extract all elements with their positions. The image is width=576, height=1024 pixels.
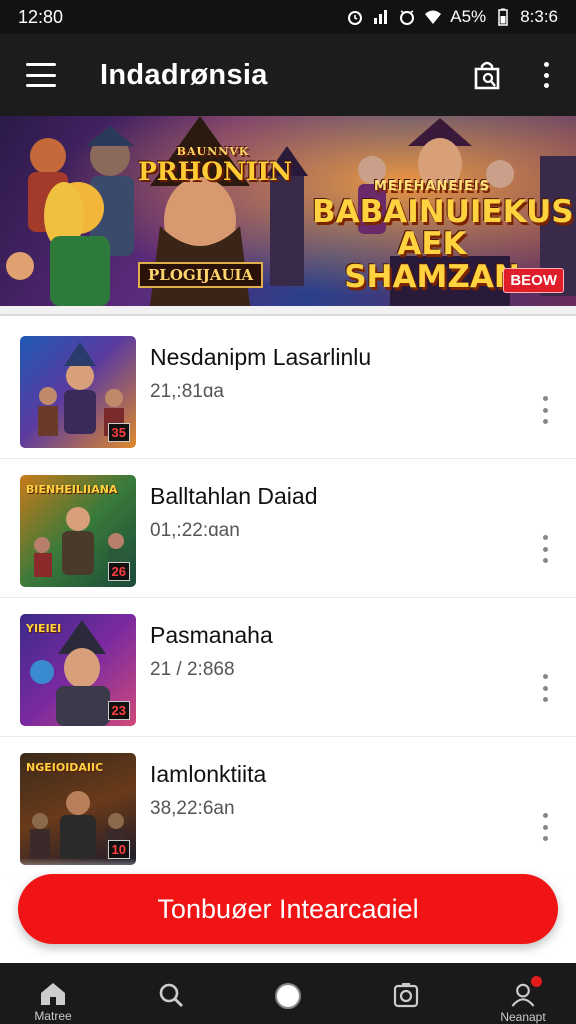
game-subtitle: 21,:81ɑa <box>150 381 224 402</box>
list-item[interactable]: NGEIOIDAIIC 10 Iamlonktiita 38,22:6an <box>0 737 576 876</box>
thumbnail-label: BIENHEILIIANA <box>26 483 118 496</box>
nav-center[interactable] <box>257 963 319 1024</box>
cta-button[interactable]: Tonbuøer Intearcaɑiel <box>18 874 558 944</box>
circle-icon <box>275 983 301 1009</box>
item-more-icon[interactable] <box>542 674 548 702</box>
game-subtitle: 01,:22:ɑan <box>150 520 240 541</box>
promo-banner[interactable]: BAUNNVK PRHONIIN PLOGIJAUIA MEIEHANEIEIS… <box>0 116 576 306</box>
status-clock-right: 8:3:6 <box>520 7 558 26</box>
banner-badge[interactable]: BEOW <box>503 268 564 293</box>
nav-profile-label: Neanapt <box>500 1010 546 1024</box>
search-icon <box>159 983 183 1007</box>
notification-dot <box>531 976 542 987</box>
status-time: 12:80 <box>18 6 64 27</box>
bottom-nav: Matree Neanapt <box>0 963 576 1024</box>
thumbnail-badge: 23 <box>107 701 130 720</box>
app-bar: Indadrønsia <box>0 34 576 116</box>
game-title: Nesdanipm Lasarlinlu <box>150 344 372 370</box>
game-subtitle: 38,22:6an <box>150 798 235 819</box>
game-title: Balltahlan Daiad <box>150 483 318 509</box>
battery-percent: A5% <box>450 7 487 26</box>
game-subtitle: 21 / 2:868 <box>150 659 235 680</box>
item-more-icon[interactable] <box>542 813 548 841</box>
item-more-icon[interactable] <box>542 535 548 563</box>
thumbnail-label: YIEIEI <box>26 622 62 635</box>
shopping-bag-icon[interactable] <box>472 59 502 91</box>
thumbnail-badge: 10 <box>107 840 130 859</box>
banner-title-left-main: PRHONIIN <box>138 157 293 187</box>
menu-icon[interactable] <box>26 63 56 87</box>
banner-title-right-small: MEIEHANEIEIS <box>373 179 491 194</box>
status-bar: 12:80 A5% 8:3:6 <box>0 0 576 34</box>
home-icon <box>41 983 65 1005</box>
item-more-icon[interactable] <box>542 396 548 424</box>
list-item[interactable]: BIENHEILIIANA 26 Balltahlan Daiad 01,:22… <box>0 459 576 598</box>
nav-home[interactable]: Matree <box>22 963 84 1024</box>
thumbnail-badge: 26 <box>107 562 130 581</box>
wifi-icon <box>425 10 442 24</box>
banner-tag: PLOGIJAUIA <box>138 262 264 288</box>
nav-home-label: Matree <box>34 1009 72 1023</box>
list-item[interactable]: 35 Nesdanipm Lasarlinlu 21,:81ɑa <box>0 320 576 459</box>
banner-title-left: BAUNNVK PRHONIIN <box>138 145 292 186</box>
nav-profile[interactable]: Neanapt <box>492 963 554 1024</box>
banner-divider <box>0 306 576 316</box>
app-screen: 12:80 A5% 8:3:6 Indadrønsia BAUNNVK PRHO… <box>0 0 576 1024</box>
game-title: Pasmanaha <box>150 622 273 648</box>
alarm-clock-icon <box>400 10 415 25</box>
game-title: Iamlonktiita <box>150 761 267 787</box>
game-thumbnail: NGEIOIDAIIC 10 <box>20 753 136 865</box>
thumbnail-badge: 35 <box>107 423 130 442</box>
camera-icon <box>393 983 418 1008</box>
game-thumbnail: YIEIEI 23 <box>20 614 136 726</box>
list-item[interactable]: YIEIEI 23 Pasmanaha 21 / 2:868 <box>0 598 576 737</box>
thumbnail-label: NGEIOIDAIIC <box>26 761 104 774</box>
nav-search[interactable] <box>140 963 202 1024</box>
battery-icon <box>498 8 508 26</box>
alarm-icon <box>348 11 363 25</box>
signal-icon <box>374 10 388 24</box>
nav-camera[interactable] <box>375 963 437 1024</box>
app-title: Indadrønsia <box>100 58 268 91</box>
status-icons: A5% 8:3:6 <box>346 7 558 27</box>
game-thumbnail: 35 <box>20 336 136 448</box>
game-thumbnail: BIENHEILIIANA 26 <box>20 475 136 587</box>
more-options-icon[interactable] <box>542 62 550 88</box>
game-list: 35 Nesdanipm Lasarlinlu 21,:81ɑa BIENHEI… <box>0 320 576 876</box>
